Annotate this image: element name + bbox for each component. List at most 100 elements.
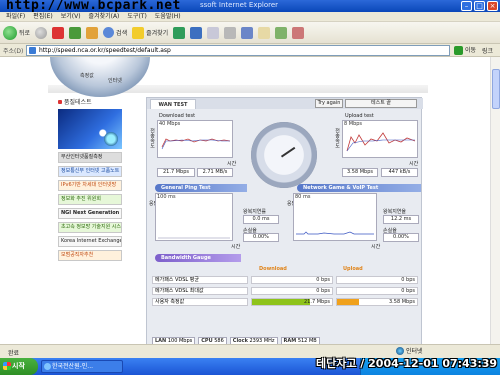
media-icon[interactable] (173, 26, 186, 39)
download-line-graph (161, 138, 231, 150)
try-again-button[interactable]: Try again (315, 99, 343, 108)
close-button[interactable]: × (487, 1, 498, 11)
bandwidth-gauge-title: Bandwidth Gauge (155, 254, 241, 262)
sidebar-item-mic-note[interactable]: 정보통신부 인터넷 고품노트 (58, 166, 122, 177)
ping-latency: 0.0 ms (243, 215, 279, 224)
logo-text-1: 측정값 (80, 73, 94, 79)
page-icon (29, 47, 36, 54)
search-button[interactable]: 검색 (103, 27, 127, 38)
voip-axis: 시간 (371, 244, 381, 250)
ping-graph: 100 ms (155, 193, 233, 241)
links-button[interactable]: 링크 (482, 46, 493, 55)
logo-text-2: 인터넷 (108, 78, 122, 84)
menu-file[interactable]: 파일(F) (6, 12, 25, 21)
window-controls: – □ × (461, 1, 498, 11)
ram-info: RAM 512 MB (280, 337, 320, 344)
print-icon[interactable] (224, 26, 237, 39)
address-url: http://speed.nca.or.kr/speedtest/default… (39, 47, 171, 54)
bandwidth-up-bar: 0 bps (336, 276, 418, 284)
status-text: 완료 (8, 350, 20, 357)
speed-test-panel: WAN TEST Try again 테스트 끝 Download test 전… (146, 97, 423, 344)
download-title: Download test (159, 113, 196, 119)
favorites-button[interactable]: 즐겨찾기 (132, 26, 168, 39)
security-zone: 인터넷 (396, 346, 423, 355)
page-content: 측정값 인터넷 품질테스트 부산인터넷품질측정 정보통신부 인터넷 고품노트 I… (0, 57, 490, 344)
address-bar: 주소(D) http://speed.nca.or.kr/speedtest/d… (0, 44, 500, 57)
zone-label: 인터넷 (406, 348, 423, 355)
system-info-row: LAN 100 Mbps CPU 586 Clock 2393 MHz RAM … (152, 337, 320, 344)
menu-favorites[interactable]: 즐겨찾기(A) (89, 12, 120, 21)
menu-help[interactable]: 도움말(H) (155, 12, 181, 21)
upload-mbps: 3.58 Mbps (342, 168, 378, 177)
scrollbar-thumb[interactable] (492, 69, 500, 109)
voip-line-graph (296, 231, 374, 235)
sidebar-heading-text: 품질테스트 (64, 99, 92, 106)
download-mbps: 21.7 Mbps (157, 168, 195, 177)
gauge-needle (280, 146, 296, 158)
sidebar-item-recommend[interactable]: 모범공직자추천 (58, 250, 122, 261)
forward-button[interactable] (35, 26, 48, 39)
tab-wan-test[interactable]: WAN TEST (150, 99, 196, 109)
stop-icon[interactable] (52, 26, 65, 39)
internet-zone-icon (396, 346, 404, 355)
bandwidth-up-value: 3.58 Mbps (389, 299, 415, 305)
globe-icon (104, 132, 118, 146)
cpu-info: CPU 586 (198, 337, 227, 344)
maximize-button[interactable]: □ (474, 1, 485, 11)
star-icon (132, 26, 145, 39)
upload-title: Upload test (345, 113, 374, 119)
bandwidth-download-label: Download (259, 266, 287, 272)
menu-tools[interactable]: 도구(T) (127, 12, 146, 21)
edit-icon[interactable] (241, 26, 254, 39)
sidebar-banner-image[interactable] (58, 109, 122, 149)
bullet-icon (58, 99, 62, 104)
menu-edit[interactable]: 편집(E) (33, 12, 53, 21)
home-icon[interactable] (86, 26, 99, 39)
history-icon[interactable] (190, 26, 203, 39)
menu-bar: 파일(F) 편집(E) 보기(V) 즐겨찾기(A) 도구(T) 도움말(H) (0, 12, 500, 22)
minimize-button[interactable]: – (461, 1, 472, 11)
go-arrow-icon (454, 46, 463, 55)
download-mbs: 2.71 MB/s (197, 168, 233, 177)
ie-icon (44, 363, 51, 370)
bandwidth-down-fill (252, 299, 310, 305)
back-label: 뒤로 (19, 30, 31, 37)
sidebar-item-support-system[interactable]: 초고속 정보망 기술지원 시스템 (58, 222, 122, 233)
download-ylabel: 전송속도 (149, 128, 155, 148)
discuss-icon[interactable] (258, 26, 271, 39)
refresh-icon[interactable] (69, 26, 82, 39)
start-label: 시작 (12, 362, 25, 370)
back-arrow-icon (3, 25, 17, 40)
start-button[interactable]: 시작 (0, 358, 38, 375)
voip-loss: 0.00% (383, 233, 419, 242)
bandwidth-row-label: 사용자 측정값 (152, 298, 248, 306)
go-button[interactable]: 이동 (454, 45, 476, 56)
sidebar-item-ipv6[interactable]: IPv6기반 차세대 인터넷망 (58, 180, 122, 191)
bandwidth-row-label: 메가패스 VDSL 최대값 (152, 287, 248, 295)
upload-kbs: 447 kB/s (381, 168, 418, 177)
voip-graph: 80 ms (293, 193, 377, 241)
test-end-button[interactable]: 테스트 끝 (345, 99, 417, 108)
vertical-scrollbar[interactable] (490, 57, 500, 344)
messenger-icon[interactable] (275, 26, 288, 39)
upload-line-graph (346, 132, 416, 152)
sidebar-item-busan[interactable]: 부산인터넷품질측정 (58, 152, 122, 163)
ping-test-title: General Ping Test (155, 184, 247, 192)
ping-latency-label: 왕복지연률 (243, 209, 267, 215)
forward-arrow-icon (35, 26, 48, 39)
window-title: ssoft Internet Explorer (200, 1, 279, 9)
upload-trace-avg (346, 139, 415, 152)
sidebar-item-kix[interactable]: Korea Internet Exchange (58, 236, 122, 247)
mail-icon[interactable] (207, 26, 220, 39)
menu-view[interactable]: 보기(V) (61, 12, 81, 21)
sidebar-item-ngi[interactable]: NGI Next Generation (58, 208, 122, 219)
research-icon[interactable] (292, 26, 305, 39)
back-button[interactable]: 뒤로 (3, 25, 31, 40)
taskbar-item-browser[interactable]: 한국전산원-인... (41, 360, 123, 373)
voip-test-title: Network Game & VoIP Test (297, 184, 421, 192)
address-input[interactable]: http://speed.nca.or.kr/speedtest/default… (26, 45, 450, 56)
download-axis: 시간 (227, 161, 237, 167)
bandwidth-down-bar: 0 bps (251, 276, 333, 284)
sidebar-item-info-committee[interactable]: 정보화 추진 위원회 (58, 194, 122, 205)
voip-latency-label: 왕복지연율 (383, 209, 407, 215)
